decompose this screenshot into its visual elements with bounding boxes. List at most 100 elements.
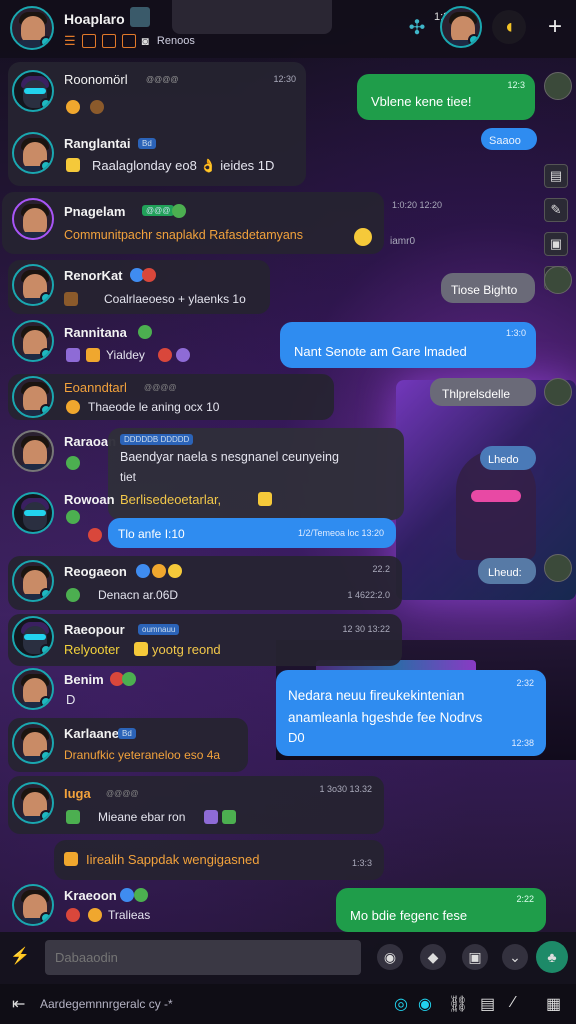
sender-avatar[interactable]: [12, 782, 54, 824]
sender-name[interactable]: Iuga: [64, 786, 91, 801]
sender-avatar[interactable]: [12, 132, 54, 174]
reaction-icon[interactable]: [168, 564, 182, 578]
sender-avatar[interactable]: [12, 616, 54, 658]
emoji-icon: [66, 510, 80, 524]
sender-avatar[interactable]: [12, 70, 54, 112]
message-bubble[interactable]: Iirealih Sappdak wengigasned 1:3:3: [54, 840, 384, 880]
sender-name[interactable]: RenorKat: [64, 268, 123, 283]
emoji-icon: [66, 456, 80, 470]
message-input[interactable]: [55, 950, 345, 965]
user-avatar[interactable]: [440, 6, 482, 48]
sender-name[interactable]: Karlaane: [64, 726, 119, 741]
square-icon[interactable]: [101, 34, 116, 48]
gallery-icon[interactable]: ▣: [462, 944, 488, 970]
sender-avatar[interactable]: [12, 884, 54, 926]
message-time: 1:0:20 12:20: [392, 200, 443, 210]
reaction-icon[interactable]: [176, 348, 190, 362]
camera-icon[interactable]: ◉: [377, 944, 403, 970]
message-subtext: tiet: [120, 470, 137, 484]
edit-icon[interactable]: ✎: [544, 198, 568, 222]
sender-avatar[interactable]: [12, 320, 54, 362]
sender-badge: @@@@: [146, 75, 179, 84]
card-icon[interactable]: ▤: [480, 994, 495, 1014]
sender-name[interactable]: Benim: [64, 672, 104, 687]
camera-icon[interactable]: ◙: [142, 34, 149, 48]
outgoing-bubble[interactable]: 2:22 Mo bdie fegenc fese: [336, 888, 546, 932]
message-bubble[interactable]: Eoanndtarl @@@@ Thaeode le aning ocx 10: [8, 374, 334, 420]
reaction-icon[interactable]: [66, 100, 80, 114]
message-time: 2:32: [516, 678, 534, 688]
sender-name[interactable]: Eoanndtarl: [64, 380, 127, 395]
sender-name[interactable]: Rannitana: [64, 325, 127, 340]
reaction-icon[interactable]: [158, 348, 172, 362]
timer-icon[interactable]: ◉: [418, 994, 432, 1014]
status-icon: [138, 325, 152, 339]
outgoing-bubble[interactable]: Tlo anfe I:10 1/2/Temeoa loc 13:20: [108, 518, 396, 548]
outgoing-bubble[interactable]: Lhedo: [480, 446, 536, 470]
message-bubble[interactable]: Reogaeon 22.2 Denacn ar.06D 1 4622:2.0: [8, 556, 402, 610]
reaction-icon[interactable]: [90, 100, 104, 114]
reaction-icon[interactable]: [152, 564, 166, 578]
sender-name[interactable]: Reogaeon: [64, 564, 127, 579]
message-text: Coalrlaeoeso + ylaenks 1o: [104, 292, 246, 306]
settings-icon[interactable]: ◎: [394, 994, 408, 1014]
attach-icon[interactable]: ⚡: [10, 946, 30, 966]
sender-name[interactable]: Rowoan: [64, 492, 115, 507]
message-text: Communitpachr snaplakd Rafasdetamyans: [64, 228, 304, 242]
collab-icon[interactable]: ✣: [400, 10, 434, 44]
square-icon[interactable]: [81, 34, 96, 48]
message-bubble[interactable]: Iuga @@@@ 1 3o30 13.32 Mieane ebar ron: [8, 776, 384, 834]
menu-icon[interactable]: ▦: [546, 994, 561, 1014]
sender-avatar[interactable]: [12, 668, 54, 710]
message-text: Vblene kene tiee!: [371, 94, 472, 109]
pen-icon[interactable]: ∕: [512, 994, 515, 1012]
outgoing-bubble[interactable]: 2:32 Nedara neuu fireukekintenian anamle…: [276, 670, 546, 756]
sender-avatar[interactable]: [12, 376, 54, 418]
outgoing-bubble[interactable]: 12:3 Vblene kene tiee!: [357, 74, 535, 120]
message-text-3: D0: [288, 730, 305, 745]
microphone-icon[interactable]: ♣: [536, 941, 568, 973]
channel-avatar[interactable]: [10, 6, 54, 50]
reaction-icon[interactable]: [136, 564, 150, 578]
file-icon[interactable]: ▤: [544, 164, 568, 188]
emoji-icon: [66, 400, 80, 414]
outgoing-bubble[interactable]: Tiose Bighto: [441, 273, 535, 303]
add-icon[interactable]: +: [538, 10, 572, 44]
reply-card[interactable]: DDDDDB DDDDD Baendyar naela s nesgnanel …: [108, 428, 404, 520]
chevron-down-icon[interactable]: ⌄: [502, 944, 528, 970]
header-icons: ☰ ◙ Renoos: [64, 33, 195, 49]
location-icon[interactable]: ◆: [420, 944, 446, 970]
message-bubble[interactable]: Pnagelam @@@ Communitpachr snaplakd Rafa…: [2, 192, 384, 254]
square-icon[interactable]: [121, 34, 136, 48]
link-icon[interactable]: ⛓: [448, 994, 468, 1014]
sender-avatar[interactable]: [12, 560, 54, 602]
image-icon[interactable]: ▣: [544, 232, 568, 256]
emoji-icon: [222, 810, 236, 824]
sender-name[interactable]: Pnagelam: [64, 204, 125, 219]
emoji-icon: [64, 292, 78, 306]
emoji-icon: [64, 852, 78, 866]
back-icon[interactable]: ⇤: [12, 994, 25, 1014]
message-bubble[interactable]: Roonomörl @@@@ 12:30 Ranglantai Bd Raala…: [8, 62, 306, 186]
list-icon[interactable]: ☰: [64, 33, 76, 49]
sender-avatar[interactable]: [12, 264, 54, 306]
channel-name[interactable]: Hoaplaro: [64, 11, 125, 27]
sender-avatar[interactable]: [12, 430, 54, 472]
sender-name[interactable]: Ranglantai: [64, 136, 130, 151]
message-text-2: anamleanla hgeshde fee Nodrvs: [288, 710, 483, 725]
pin-icon[interactable]: ◖: [492, 10, 526, 44]
outgoing-bubble[interactable]: 1:3:0 Nant Senote am Gare lmaded: [280, 322, 536, 368]
sender-avatar[interactable]: [12, 492, 54, 534]
sender-name[interactable]: Roonomörl: [64, 72, 128, 87]
sender-avatar[interactable]: [12, 722, 54, 764]
message-text: Saaoo: [489, 135, 521, 147]
message-time-2: 1 4622:2.0: [347, 590, 390, 600]
sender-avatar[interactable]: [12, 198, 54, 240]
message-bubble[interactable]: Raeopour oumnauu 12 30 13:22 Relyooter y…: [8, 614, 402, 666]
sender-name[interactable]: Raeopour: [64, 622, 125, 637]
sender-name[interactable]: Kraeoon: [64, 888, 117, 903]
outgoing-bubble[interactable]: Saaoo: [481, 128, 537, 150]
outgoing-bubble[interactable]: Lheud:: [478, 558, 536, 584]
outgoing-bubble[interactable]: Thlprelsdelle: [430, 378, 536, 406]
emoji-icon: [134, 642, 148, 656]
